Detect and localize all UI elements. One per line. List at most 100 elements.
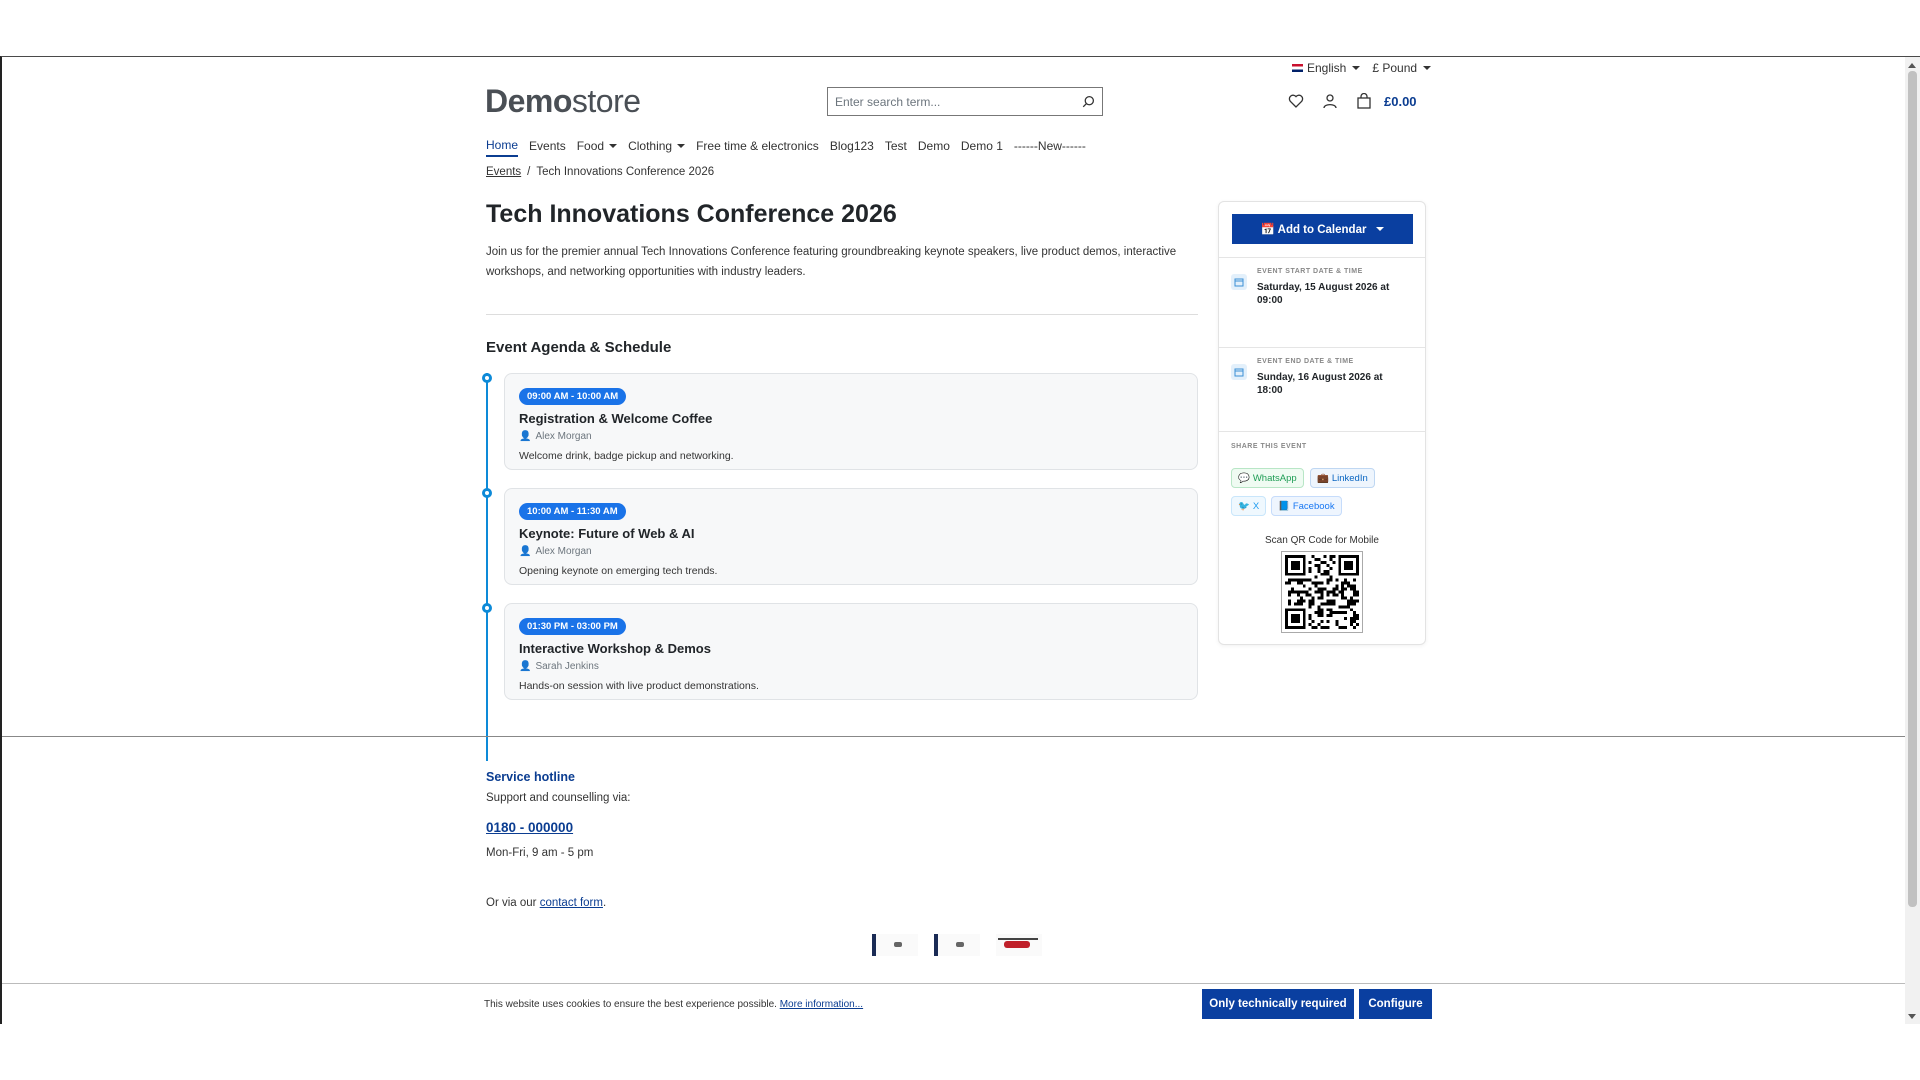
search-button[interactable] (1074, 88, 1102, 115)
end-label: Event end date & time (1257, 358, 1354, 365)
agenda-item: 09:00 AM - 10:00 AM Registration & Welco… (504, 373, 1198, 470)
agenda-item-title: Registration & Welcome Coffee (519, 411, 713, 426)
nav-label: Events (529, 139, 566, 153)
scroll-down-arrow-icon[interactable] (1908, 1014, 1916, 1019)
language-switcher[interactable]: English (1292, 61, 1361, 75)
add-to-calendar-button[interactable]: 📅 Add to Calendar (1232, 214, 1413, 244)
hotline-phone-link[interactable]: 0180 - 000000 (486, 820, 573, 835)
agenda-item-description: Hands-on session with live product demon… (519, 680, 759, 692)
chevron-down-icon (1423, 66, 1432, 70)
agenda-item-title: Keynote: Future of Web & AI (519, 526, 695, 541)
nav-item-test[interactable]: Test (885, 138, 907, 157)
chevron-down-icon (609, 144, 618, 148)
cookie-more-info-link[interactable]: More information... (780, 999, 863, 1010)
share-linkedin-button[interactable]: 💼 LinkedIn (1310, 468, 1375, 488)
header-actions: £0.00 (1286, 91, 1417, 111)
share-x-button[interactable]: 🐦 X (1231, 496, 1267, 516)
cart-button[interactable] (1354, 91, 1374, 111)
person-icon: 👤 (519, 431, 532, 442)
heart-icon (1288, 94, 1304, 108)
nav-label: Test (884, 139, 907, 153)
currency-switcher[interactable]: £ Pound (1372, 61, 1432, 75)
hotline-subtitle: Support and counselling via: (486, 792, 631, 804)
wishlist-button[interactable] (1286, 91, 1306, 111)
end-value: Sunday, 16 August 2026 at 18:00 (1257, 372, 1383, 396)
nav-label: Food (576, 139, 605, 153)
share-label: Share this event (1231, 443, 1307, 450)
scroll-up-arrow-icon[interactable] (1908, 63, 1916, 68)
agenda-item-description: Welcome drink, badge pickup and networki… (519, 450, 734, 462)
timeline-dot (482, 488, 492, 498)
nav-item-home[interactable]: Home (486, 138, 519, 157)
scrollbar[interactable] (1905, 57, 1920, 1024)
breadcrumb-separator: / (527, 166, 531, 178)
agenda-item-description: Opening keynote on emerging tech trends. (519, 565, 718, 577)
nav-item-clothing[interactable]: Clothing (628, 138, 686, 157)
cookie-message: This website uses cookies to ensure the … (484, 999, 780, 1010)
nav-item-blog123[interactable]: Blog123 (830, 138, 874, 157)
configure-cookies-button[interactable]: Configure (1359, 989, 1432, 1019)
nav-label: Demo 1 (960, 139, 1003, 153)
only-required-cookies-button[interactable]: Only technically required (1202, 989, 1354, 1019)
account-button[interactable] (1320, 91, 1340, 111)
speaker-name: Alex Morgan (535, 546, 592, 557)
divider (1219, 257, 1425, 258)
hotline-title: Service hotline (486, 770, 575, 784)
event-description: Join us for the premier annual Tech Inno… (486, 246, 1177, 278)
speaker: 👤 Alex Morgan (519, 546, 1183, 557)
nav-label: ------New------ (1013, 139, 1086, 153)
currency-label: £ Pound (1372, 61, 1418, 75)
browser-viewport: English £ Pound Demostore £0.00 Home Eve… (0, 56, 1920, 1024)
nav-item-free-time-electronics[interactable]: Free time & electronics (696, 138, 819, 157)
divider (1219, 431, 1425, 432)
speaker: 👤 Sarah Jenkins (519, 661, 1183, 672)
breadcrumb: Events / Tech Innovations Conference 202… (486, 166, 714, 178)
contact-line: Or via our contact form. (486, 897, 606, 909)
logo-light-text: store (571, 83, 641, 119)
agenda-item-title: Interactive Workshop & Demos (519, 641, 711, 656)
search-box (827, 87, 1103, 116)
facebook-icon: 📘 (1278, 500, 1290, 512)
nav-label: Blog123 (829, 139, 874, 153)
chevron-down-icon (1376, 227, 1385, 231)
timeline-line (486, 373, 488, 761)
person-icon: 👤 (519, 546, 532, 557)
divider (1219, 347, 1425, 348)
share-whatsapp-button[interactable]: 💬 WhatsApp (1231, 468, 1304, 488)
language-label: English (1307, 61, 1347, 75)
calendar-icon (1231, 274, 1247, 290)
shipping-logo (934, 934, 980, 956)
time-badge: 09:00 AM - 10:00 AM (519, 388, 627, 405)
contact-suffix: . (602, 897, 607, 909)
breadcrumb-current: Tech Innovations Conference 2026 (536, 166, 715, 178)
cookie-bar: This website uses cookies to ensure the … (2, 983, 1906, 1024)
nav-label: Home (486, 138, 519, 152)
agenda-item: 10:00 AM - 11:30 AM Keynote: Future of W… (504, 488, 1198, 585)
nav-item-new[interactable]: ------New------ (1014, 138, 1086, 157)
contact-form-link[interactable]: contact form (540, 897, 603, 909)
footer-logos (872, 934, 1042, 956)
main-navigation: Home Events Food Clothing Free time & el… (486, 138, 1086, 157)
speaker: 👤 Alex Morgan (519, 431, 1183, 442)
timeline-dot (482, 603, 492, 613)
share-facebook-button[interactable]: 📘 Facebook (1271, 496, 1342, 516)
qr-code (1281, 551, 1363, 633)
nav-label: Clothing (628, 139, 673, 153)
share-linkedin-label: LinkedIn (1331, 472, 1368, 484)
nav-item-events[interactable]: Events (529, 138, 566, 157)
speaker-name: Alex Morgan (535, 431, 592, 442)
bird-icon: 🐦 (1238, 500, 1250, 512)
contact-prefix: Or via our (486, 897, 540, 909)
agenda-heading: Event Agenda & Schedule (486, 339, 672, 356)
top-bar: English £ Pound (1292, 61, 1432, 75)
scrollbar-thumb[interactable] (1908, 71, 1917, 907)
nav-item-demo-1[interactable]: Demo 1 (961, 138, 1003, 157)
search-input[interactable] (828, 88, 1074, 115)
breadcrumb-link-events[interactable]: Events (486, 166, 521, 178)
chevron-down-icon (677, 144, 686, 148)
store-logo[interactable]: Demostore (485, 83, 641, 120)
nav-item-food[interactable]: Food (576, 138, 618, 157)
cart-total[interactable]: £0.00 (1384, 94, 1417, 109)
start-value: Saturday, 15 August 2026 at 09:00 (1257, 282, 1390, 306)
nav-item-demo[interactable]: Demo (918, 138, 950, 157)
